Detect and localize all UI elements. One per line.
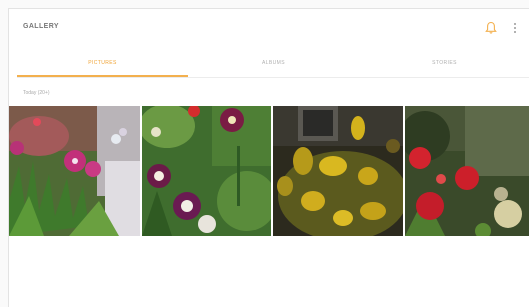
tab-albums-label: ALBUMS — [262, 60, 285, 66]
tab-stories-label: STORIES — [432, 60, 457, 66]
photo-thumbnail-1[interactable] — [9, 106, 140, 236]
photo-thumbnail-3[interactable] — [273, 106, 403, 236]
photo-grid — [9, 106, 529, 236]
tab-albums[interactable]: ALBUMS — [188, 53, 359, 76]
app-title: GALLERY — [23, 23, 59, 30]
tab-pictures[interactable]: PICTURES — [17, 53, 188, 77]
bell-icon[interactable] — [485, 21, 497, 35]
tab-stories[interactable]: STORIES — [359, 53, 529, 76]
active-tab-indicator — [17, 75, 188, 77]
tab-bar: PICTURES ALBUMS STORIES — [17, 53, 529, 78]
photo-thumbnail-2[interactable] — [142, 106, 271, 236]
more-options-icon[interactable] — [512, 21, 518, 35]
app-bar: GALLERY — [9, 9, 529, 49]
tab-pictures-label: PICTURES — [88, 60, 117, 66]
gallery-window: GALLERY PICTURES ALBUMS STORIES Today (2… — [8, 8, 529, 307]
date-section-label: Today (20+) — [23, 90, 50, 96]
photo-thumbnail-4[interactable] — [405, 106, 529, 236]
